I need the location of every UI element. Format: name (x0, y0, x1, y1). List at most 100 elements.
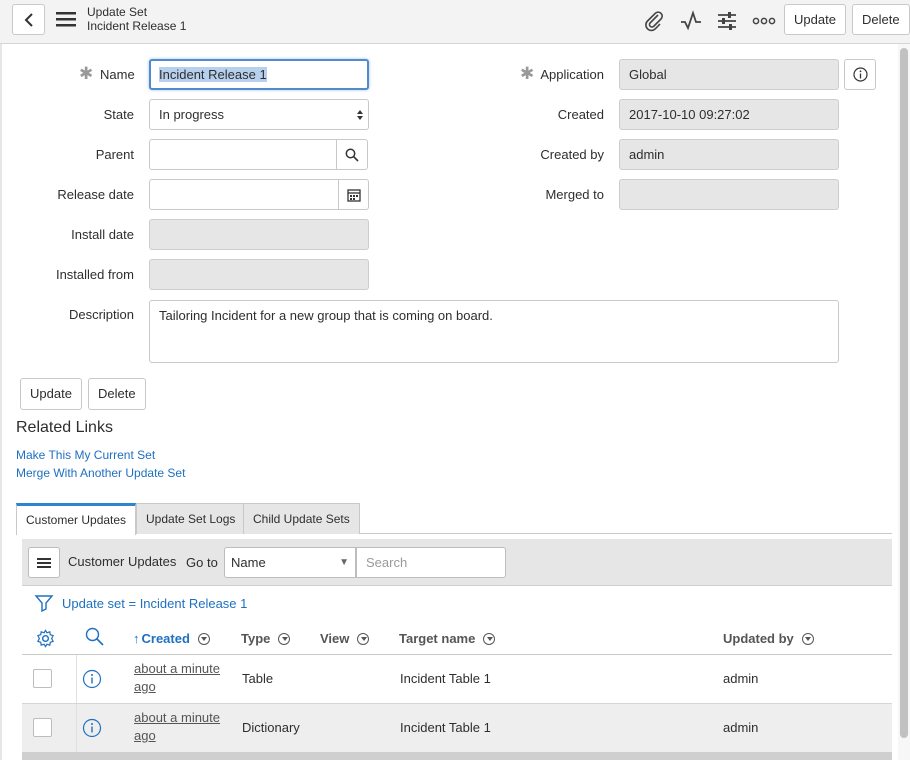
column-options-icon[interactable] (278, 632, 291, 645)
updated-by-cell: admin (723, 720, 759, 735)
created-field: 2017-10-10 09:27:02 (619, 99, 839, 130)
created-label: Created (557, 107, 604, 122)
updated-by-cell: admin (723, 671, 759, 686)
column-options-icon[interactable] (197, 632, 210, 645)
installed-from-field (149, 259, 369, 290)
hamburger-icon (37, 557, 51, 568)
hamburger-icon (56, 12, 76, 27)
column-options-icon[interactable] (357, 632, 370, 645)
application-field: Global (619, 59, 839, 90)
form-update-button[interactable]: Update (20, 378, 82, 410)
make-current-set-link[interactable]: Make This My Current Set (16, 448, 155, 462)
name-field[interactable]: Incident Release 1 (149, 59, 369, 90)
column-header-target-name[interactable]: Target name (399, 631, 496, 646)
activity-button[interactable] (678, 8, 704, 34)
column-label: Updated by (723, 631, 794, 646)
row-select-cell (22, 655, 77, 703)
gear-icon (37, 629, 54, 648)
column-header-view[interactable]: View (320, 631, 370, 646)
chevron-left-icon (24, 12, 33, 27)
column-label: View (320, 631, 350, 646)
application-info-button[interactable] (844, 59, 876, 90)
description-field[interactable]: Tailoring Incident for a new group that … (149, 300, 839, 363)
search-icon (85, 627, 104, 646)
record-name: Incident Release 1 (87, 19, 187, 33)
row-select-cell (22, 704, 77, 752)
column-options-icon[interactable] (801, 632, 814, 645)
form-left-border (0, 44, 2, 760)
state-select[interactable]: In progress (149, 99, 369, 130)
filter-breadcrumb[interactable]: Update set = Incident Release 1 (34, 593, 247, 613)
column-header-created[interactable]: ↑ Created (133, 631, 210, 646)
type-cell: Table (242, 671, 274, 686)
required-indicator-icon: ✱ (79, 64, 94, 83)
ellipsis-icon (752, 17, 776, 25)
goto-field-select[interactable]: Name ▼ (224, 547, 356, 578)
name-value: Incident Release 1 (159, 67, 267, 82)
installed-from-label: Installed from (55, 267, 134, 282)
pulse-icon (681, 10, 701, 31)
parent-lookup-button[interactable] (336, 139, 368, 170)
merged-to-label: Merged to (545, 187, 604, 202)
select-arrows-icon (357, 110, 363, 120)
application-label: Application (540, 67, 604, 82)
list-search-toggle[interactable] (85, 627, 104, 649)
merged-to-field (619, 179, 839, 210)
created-by-label: Created by (540, 147, 604, 162)
created-cell[interactable]: about a minute ago (134, 660, 234, 696)
column-header-type[interactable]: Type (241, 631, 291, 646)
tab-update-set-logs[interactable]: Update Set Logs (136, 503, 246, 534)
info-icon[interactable] (82, 669, 102, 689)
goto-field-value: Name (231, 555, 266, 570)
parent-field[interactable] (149, 139, 337, 170)
tab-child-update-sets[interactable]: Child Update Sets (243, 503, 360, 534)
row-checkbox[interactable] (33, 718, 52, 737)
name-label: Name (100, 67, 135, 82)
row-checkbox[interactable] (33, 669, 52, 688)
install-date-label: Install date (71, 227, 134, 242)
info-icon[interactable] (82, 718, 102, 738)
release-date-field[interactable] (149, 179, 339, 210)
caret-down-icon: ▼ (339, 557, 349, 568)
header-update-button[interactable]: Update (784, 4, 846, 35)
target-name-cell: Incident Table 1 (400, 720, 491, 735)
merge-update-set-link[interactable]: Merge With Another Update Set (16, 466, 185, 480)
filter-condition[interactable]: Update set = Incident Release 1 (62, 596, 247, 611)
column-header-updated-by[interactable]: Updated by (723, 631, 814, 646)
vertical-scrollbar-thumb[interactable] (900, 48, 908, 738)
parent-label: Parent (95, 147, 134, 162)
table-row: about a minute ago Dictionary Incident T… (22, 704, 892, 753)
paperclip-icon (645, 11, 663, 32)
column-label: Target name (399, 631, 476, 646)
search-icon (345, 148, 359, 162)
more-options-button[interactable] (751, 8, 777, 34)
created-by-field: admin (619, 139, 839, 170)
list-settings-button[interactable] (36, 629, 55, 651)
sliders-icon (718, 12, 736, 30)
type-cell: Dictionary (242, 720, 300, 735)
attachment-button[interactable] (641, 8, 667, 34)
personalize-button[interactable] (714, 8, 740, 34)
form-delete-button[interactable]: Delete (88, 378, 146, 410)
created-cell[interactable]: about a minute ago (134, 709, 234, 745)
column-label: Type (241, 631, 271, 646)
horizontal-scrollbar[interactable] (22, 752, 892, 760)
target-name-cell: Incident Table 1 (400, 671, 491, 686)
column-options-icon[interactable] (483, 632, 496, 645)
column-label: Created (141, 631, 190, 646)
tab-customer-updates[interactable]: Customer Updates (16, 503, 137, 535)
list-search-input[interactable]: Search (356, 547, 506, 578)
install-date-field (149, 219, 369, 250)
header-title: Update Set Incident Release 1 (87, 5, 186, 33)
back-button[interactable] (12, 4, 45, 35)
goto-label: Go to (186, 555, 218, 570)
table-row: about a minute ago Table Incident Table … (22, 655, 892, 704)
form-context-menu-button[interactable] (55, 9, 77, 29)
funnel-icon (34, 595, 54, 613)
record-type: Update Set (87, 5, 148, 19)
list-context-menu-button[interactable] (28, 547, 60, 578)
description-label: Description (68, 307, 134, 322)
header-delete-button[interactable]: Delete (852, 4, 910, 35)
release-date-picker-button[interactable] (338, 179, 369, 210)
calendar-icon (346, 188, 361, 202)
